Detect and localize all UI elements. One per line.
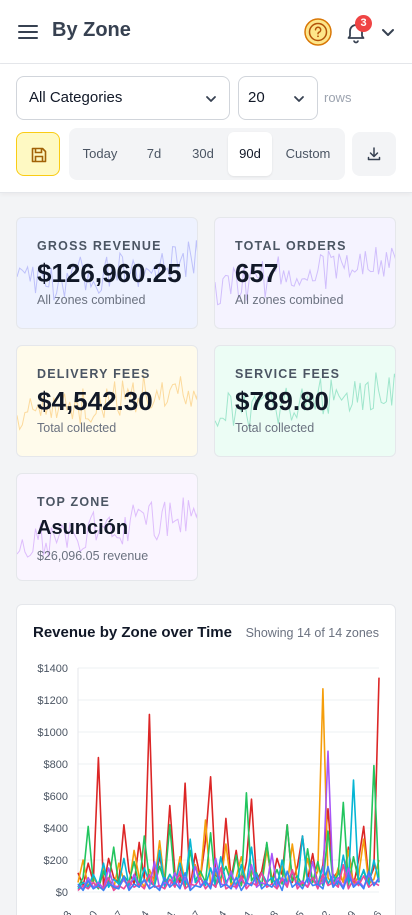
range-7d-button[interactable]: 7d [133,132,175,176]
kpi-label: TOTAL ORDERS [235,239,347,253]
kpi-subtext: Total collected [235,421,315,435]
x-tick-label: 19 [342,909,359,915]
x-tick-label: 10 [84,909,101,915]
kpi-label: GROSS REVENUE [37,239,162,253]
revenue-line-chart[interactable]: $0 $200 $400 $600 $800 $1000 $1200 $1400 3 10 17 24… [17,653,395,915]
kpi-value: 657 [235,258,279,288]
chevron-down-icon [206,96,216,102]
range-30d-button[interactable]: 30d [181,132,225,176]
x-tick-label: 12 [316,909,333,915]
date-range-group: Today 7d 30d 90d Custom [69,128,345,180]
kpi-value: $4,542.30 [37,386,153,416]
series-line-0 [77,677,380,888]
y-tick-label: $0 [56,887,68,899]
notification-badge: 3 [355,15,372,32]
chart-zone-count: Showing 14 of 14 zones [245,626,379,640]
x-tick-label: 28 [265,909,282,915]
range-today-button[interactable]: Today [73,132,127,176]
y-tick-label: $800 [44,759,68,771]
rows-select-value: 20 [248,89,265,106]
x-tick-label: 17 [110,909,127,915]
chart-title: Revenue by Zone over Time [33,624,232,641]
download-icon [367,147,381,161]
x-tick-label: 31 [161,909,178,915]
kpi-label: SERVICE FEES [235,367,341,381]
rows-label: rows [324,90,352,105]
category-select-value: All Categories [29,89,123,106]
chevron-down-icon [294,96,304,102]
y-tick-label: $400 [44,823,68,835]
y-tick-label: $200 [44,855,68,867]
y-tick-label: $1000 [37,727,68,739]
kpi-card-service-fees: SERVICE FEES $789.80 Total collected [214,345,396,457]
help-icon[interactable] [303,17,333,47]
kpi-label: DELIVERY FEES [37,367,151,381]
kpi-value: $126,960.25 [37,258,182,288]
y-tick-label: $1200 [37,695,68,707]
kpi-subtext: Total collected [37,421,117,435]
x-tick-label: 26 [368,909,385,915]
category-select[interactable]: All Categories [16,76,230,120]
x-tick-label: 3 [61,909,74,915]
filter-bar: All Categories 20 rows Today 7d 30d 90d … [0,64,412,193]
kpi-card-delivery-fees: DELIVERY FEES $4,542.30 Total collected [16,345,198,457]
kpi-subtext: All zones combined [235,293,344,307]
range-custom-button[interactable]: Custom [277,132,339,176]
y-tick-label: $600 [44,791,68,803]
kpi-subtext: $26,096.05 revenue [37,549,149,563]
x-tick-label: 14 [213,909,230,915]
revenue-chart-card: Revenue by Zone over Time Showing 14 of … [16,604,396,915]
save-button[interactable] [16,132,60,176]
range-90d-button[interactable]: 90d [228,132,272,176]
kpi-card-total-orders: TOTAL ORDERS 657 All zones combined [214,217,396,329]
kpi-label: TOP ZONE [37,495,111,509]
y-tick-label: $1400 [37,663,68,675]
download-button[interactable] [352,132,396,176]
page-title: By Zone [52,19,131,41]
top-bar: By Zone 3 [0,0,412,64]
x-tick-label: 24 [135,909,152,915]
rows-select[interactable]: 20 [238,76,318,120]
menu-icon[interactable] [16,20,40,44]
x-tick-label: 7 [190,909,203,915]
kpi-subtext: All zones combined [37,293,146,307]
kpi-card-gross-revenue: GROSS REVENUE $126,960.25 All zones comb… [16,217,198,329]
kpi-value: $789.80 [235,386,329,416]
save-icon [31,147,47,163]
x-tick-label: 21 [239,909,256,915]
x-tick-label: 5 [294,909,307,915]
kpi-card-top-zone: TOP ZONE Asunción $26,096.05 revenue [16,473,198,581]
account-chevron-down-icon[interactable] [380,24,396,40]
kpi-value: Asunción [37,517,129,539]
